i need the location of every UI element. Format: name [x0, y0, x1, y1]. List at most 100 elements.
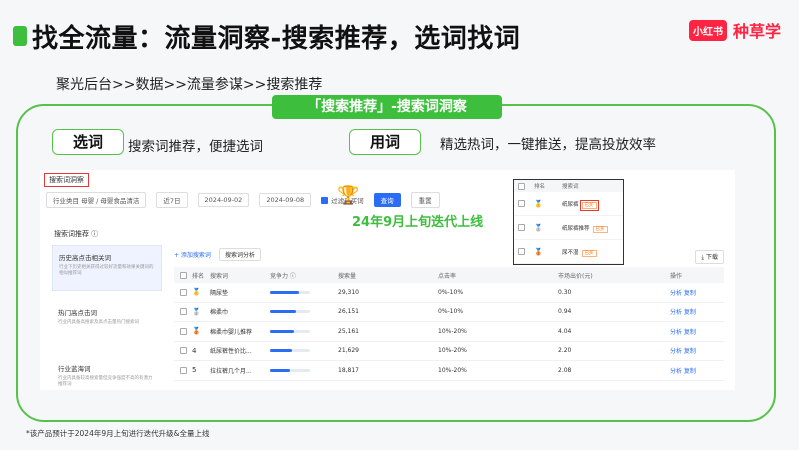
- panel-row: 🥇 纸尿裤 已买: [514, 192, 623, 216]
- row-checkbox[interactable]: [180, 308, 187, 316]
- bought-tag: 已买: [581, 249, 597, 257]
- query-button[interactable]: 查询: [373, 193, 401, 207]
- table-row: 🥇 隔尿垫 29,310 0%-10% 0.30 分析 复制: [174, 283, 724, 303]
- volume-cell: 25,161: [338, 327, 359, 335]
- frame-tag: 「搜索推荐」-搜索词洞察: [272, 95, 502, 119]
- row-actions-link[interactable]: 分析 复制: [670, 327, 720, 336]
- bought-tag: 已买: [592, 225, 608, 233]
- column-header: 搜索词: [210, 272, 229, 280]
- column-header: 搜索量: [338, 272, 357, 280]
- row-checkbox[interactable]: [180, 347, 187, 355]
- row-checkbox[interactable]: [180, 327, 187, 335]
- panel-rank-cell: 🥇: [534, 199, 543, 208]
- sidebar-item-desc: 行业内具备高搜索及高点击量热门搜索词: [58, 320, 139, 325]
- page-title: 找全流量：流量洞察-搜索推荐，选词找词: [32, 24, 521, 54]
- use-word-desc: 精选热词，一键推送，提高投放效率: [440, 137, 656, 153]
- sidebar-item[interactable]: 历史高点击相关词 行业下历史相关获得过较好流量和效果关键词的相似推荐词: [52, 245, 162, 291]
- competition-bar: [270, 329, 310, 333]
- industry-filter[interactable]: 行业类目 母婴 / 母婴食品清洁: [46, 192, 147, 208]
- footnote: *该产品预计于2024年9月上旬进行迭代升级&全量上线: [26, 429, 210, 438]
- ctr-cell: 0%-10%: [438, 288, 464, 296]
- row-actions-link[interactable]: 分析 复制: [670, 307, 720, 316]
- rank-cell: 🥈: [192, 307, 201, 316]
- update-note: 24年9月上旬迭代上线: [352, 215, 484, 230]
- date-start[interactable]: 2024-09-02: [197, 193, 250, 207]
- competition-bar: [270, 290, 310, 294]
- screenshot-title: 搜索词洞察: [44, 173, 89, 187]
- row-actions-link[interactable]: 分析 复制: [670, 288, 720, 297]
- keyword-analysis-button[interactable]: 搜索词分析: [218, 247, 261, 261]
- competition-bar-fill: [270, 349, 292, 353]
- table-toolbar: + 添加搜索词 搜索词分析: [174, 247, 724, 261]
- panel-row-checkbox[interactable]: [518, 200, 525, 207]
- column-header: 竞争力 ⓘ: [270, 272, 296, 280]
- panel-column-header: 搜索词: [562, 184, 579, 190]
- bid-cell: 2.20: [558, 347, 572, 355]
- bid-cell: 0.30: [558, 288, 572, 296]
- competition-bar-fill: [270, 290, 299, 294]
- panel-body: 🥇 纸尿裤 已买 🥈 纸尿裤推荐 已买 🥉 尿不湿 已买: [514, 192, 623, 264]
- bid-cell: 0.94: [558, 308, 572, 316]
- panel-row: 🥉 尿不湿 已买: [514, 240, 623, 264]
- bought-tag: 已买: [579, 199, 599, 211]
- competition-bar: [270, 368, 310, 372]
- panel-keyword-cell: 尿不湿 已买: [562, 248, 624, 257]
- download-button[interactable]: ⤓ 下载: [695, 250, 724, 264]
- period-filter[interactable]: 近7日: [156, 192, 188, 208]
- select-word-pill: 选词: [52, 129, 124, 155]
- panel-select-all-checkbox[interactable]: [518, 182, 525, 190]
- column-header: 点击率: [438, 272, 457, 280]
- volume-cell: 21,629: [338, 347, 359, 355]
- sidebar-item-label: 热门高点击词: [58, 309, 97, 317]
- row-actions-link[interactable]: 分析 复制: [670, 366, 720, 375]
- competition-bar-fill: [270, 329, 294, 333]
- table-body: 🥇 隔尿垫 29,310 0%-10% 0.30 分析 复制 🥈 棉柔巾 26,151 0%-10…: [174, 283, 724, 381]
- competition-bar: [270, 310, 310, 314]
- keyword-cell: 隔尿垫: [210, 289, 229, 297]
- brand-name: 种草学: [732, 22, 781, 41]
- filter-bar: 行业类目 母婴 / 母婴食品清洁 近7日 2024-09-02 2024-09-…: [46, 192, 440, 208]
- ctr-cell: 0%-10%: [438, 308, 464, 316]
- panel-keyword-cell: 纸尿裤 已买: [562, 199, 624, 211]
- ctr-cell: 10%-20%: [438, 366, 467, 374]
- ctr-cell: 10%-20%: [438, 347, 467, 355]
- volume-cell: 18,817: [338, 366, 359, 374]
- competition-bar-fill: [270, 310, 296, 314]
- keyword-cell: 棉柔巾婴儿推荐: [210, 328, 253, 336]
- panel-column-header: 排名: [534, 184, 546, 190]
- sidebar-item-desc: 行业下历史相关获得过较好流量和效果关键词的相似推荐词: [59, 265, 154, 276]
- sidebar-item[interactable]: 热门高点击词行业内具备高搜索及高点击量热门搜索词: [52, 301, 162, 347]
- product-screenshot: 搜索词洞察 行业类目 母婴 / 母婴食品清洁 近7日 2024-09-02 20…: [40, 170, 735, 390]
- keyword-table: + 添加搜索词 搜索词分析 ⤓ 下载 排名 搜索词 竞争力 ⓘ 搜索量 点击率 市场出价(…: [174, 247, 724, 381]
- trophy-icon: 🏆: [337, 185, 360, 206]
- table-row: 4 纸尿裤性价比... 21,629 10%-20% 2.20 分析 复制: [174, 342, 724, 361]
- table-row: 🥈 棉柔巾 26,151 0%-10% 0.94 分析 复制: [174, 303, 724, 322]
- keyword-cell: 拉拉裤几个月...: [210, 367, 252, 375]
- bid-cell: 2.08: [558, 366, 572, 374]
- competition-bar: [270, 349, 310, 353]
- keyword-cell: 棉柔巾: [210, 309, 229, 317]
- sidebar-item-label: 行业蓝海词: [58, 365, 91, 373]
- panel-row: 🥈 纸尿裤推荐 已买: [514, 216, 623, 240]
- brand-logo: 小红书: [688, 19, 727, 41]
- row-checkbox[interactable]: [180, 366, 187, 374]
- keyword-cell: 纸尿裤性价比...: [210, 348, 252, 356]
- breadcrumb: 聚光后台>>数据>>流量参谋>>搜索推荐: [56, 77, 323, 93]
- sidebar-title: 搜索词推荐 ⓘ: [54, 230, 99, 238]
- row-checkbox[interactable]: [180, 288, 187, 296]
- checkbox-checked-icon: [321, 196, 329, 204]
- bid-cell: 4.04: [558, 327, 572, 335]
- date-end[interactable]: 2024-09-08: [259, 193, 312, 207]
- row-actions-link[interactable]: 分析 复制: [670, 346, 720, 355]
- recommend-sidebar: 历史高点击相关词 行业下历史相关获得过较好流量和效果关键词的相似推荐词 热门高点击词…: [52, 245, 162, 413]
- add-keyword-button[interactable]: + 添加搜索词: [174, 250, 211, 259]
- select-all-checkbox[interactable]: [180, 271, 187, 279]
- panel-row-checkbox[interactable]: [518, 224, 525, 231]
- ctr-cell: 10%-20%: [438, 327, 467, 335]
- reset-button[interactable]: 重置: [410, 192, 440, 208]
- column-header: 排名: [192, 272, 205, 280]
- sidebar-item[interactable]: 行业蓝海词 行业内具备较高搜索量但竞争强度不高的有潜力推荐词: [52, 357, 162, 403]
- panel-row-checkbox[interactable]: [518, 248, 525, 255]
- column-header: 操作: [670, 272, 683, 280]
- volume-cell: 26,151: [338, 308, 359, 316]
